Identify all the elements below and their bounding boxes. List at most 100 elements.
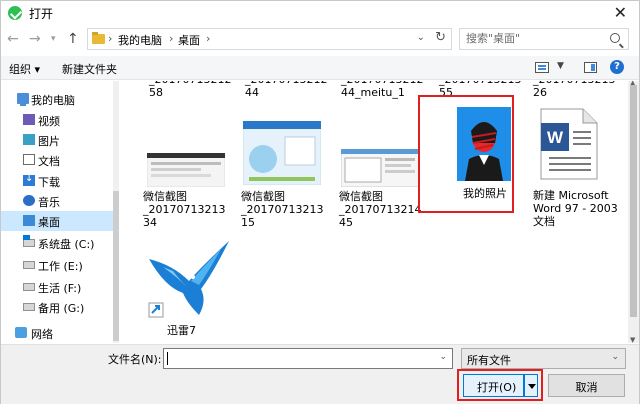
sidebar-scrollbar[interactable] (113, 81, 119, 343)
preview-pane-icon[interactable] (584, 62, 597, 73)
sidebar-item-drive-e[interactable]: 工作 (E:) (1, 255, 113, 275)
drive-icon (23, 261, 35, 269)
sidebar-item-label: 生活 (F:) (38, 282, 82, 295)
file-name: _20170713212 58 (149, 81, 231, 99)
sidebar-item-label: 工作 (E:) (38, 260, 83, 273)
search-box[interactable] (459, 28, 629, 50)
chevron-down-icon[interactable]: ⌄ (439, 352, 447, 362)
sidebar-item-label: 音乐 (38, 196, 60, 209)
chevron-right-icon[interactable]: › (206, 32, 210, 45)
search-input[interactable] (466, 32, 606, 45)
screenshot-thumbnail (147, 153, 225, 187)
filename-label: 文件名(N): (108, 353, 162, 366)
scroll-down-icon[interactable]: ▼ (630, 336, 635, 344)
address-bar[interactable]: › 我的电脑 › 桌面 › ⌄ ↻ (87, 28, 452, 50)
sidebar-item-label: 图片 (38, 135, 60, 148)
close-icon[interactable]: ✕ (614, 3, 627, 22)
desktop-folder-icon (23, 215, 35, 226)
sidebar-item-videos[interactable]: 视频 (1, 110, 113, 130)
breadcrumb-my-computer[interactable]: 我的电脑 (118, 32, 162, 48)
sidebar-item-label: 文档 (38, 155, 60, 168)
sidebar-item-label: 我的电脑 (31, 94, 75, 107)
sidebar-item-my-computer[interactable]: 我的电脑 (1, 89, 113, 109)
app-icon (8, 6, 22, 20)
sidebar-item-label: 备用 (G:) (38, 302, 85, 315)
network-icon (15, 327, 27, 338)
sidebar-item-downloads[interactable]: 下载 (1, 171, 113, 191)
title-bar: 打开 ✕ (1, 1, 639, 25)
filetype-select[interactable]: 所有文件 ⌄ (461, 348, 626, 369)
sidebar-item-label: 桌面 (38, 216, 60, 229)
sidebar-item-drive-c[interactable]: 系统盘 (C:) (1, 233, 113, 253)
video-folder-icon (23, 114, 35, 125)
file-name: _20170713213 26 (533, 81, 615, 99)
recent-locations-dropdown-icon[interactable]: ▾ (51, 34, 56, 44)
file-name: _20170713212 44 (245, 81, 327, 99)
file-item[interactable]: 迅雷7 (143, 237, 239, 337)
file-name: 迅雷7 (167, 324, 196, 337)
window-title: 打开 (29, 7, 54, 21)
back-arrow-icon[interactable]: ← (7, 31, 19, 47)
computer-icon (17, 93, 29, 106)
sidebar-item-label: 视频 (38, 115, 60, 128)
help-icon[interactable]: ? (610, 60, 624, 74)
organize-menu[interactable]: 组织 ▾ (9, 61, 40, 77)
drive-icon (23, 283, 35, 291)
documents-folder-icon (23, 154, 35, 165)
navigation-pane: 我的电脑 视频 图片 文档 下载 音乐 桌面 系统盘 (C:) (1, 81, 119, 343)
chevron-down-icon: ⌄ (611, 352, 619, 362)
chevron-right-icon[interactable]: › (108, 32, 112, 45)
open-button-highlight-box (457, 369, 543, 401)
sidebar-item-drive-f[interactable]: 生活 (F:) (1, 277, 113, 297)
system-drive-icon (23, 235, 35, 247)
scrollbar-thumb[interactable] (113, 191, 119, 341)
pictures-folder-icon (23, 134, 35, 145)
sidebar-item-drive-g[interactable]: 备用 (G:) (1, 297, 113, 317)
cancel-button-label: 取消 (575, 381, 598, 394)
file-name: 微信截图 _20170713213 15 (241, 190, 324, 229)
filetype-value: 所有文件 (467, 354, 511, 367)
sidebar-item-label: 系统盘 (C:) (38, 238, 95, 251)
sidebar-item-documents[interactable]: 文档 (1, 150, 113, 170)
file-item[interactable]: _20170713212 58 (149, 81, 245, 103)
sidebar-item-label: 下载 (38, 176, 60, 189)
word-document-icon: W (540, 108, 598, 180)
photo-highlight-box (418, 95, 514, 213)
open-file-dialog: 打开 ✕ ← → ▾ ↑ › 我的电脑 › 桌面 › ⌄ ↻ 组织 ▾ 新建文件… (0, 0, 640, 404)
cancel-button[interactable]: 取消 (548, 374, 625, 397)
xunlei-shortcut-icon (148, 241, 229, 318)
file-name: 微信截图 _20170713213 34 (143, 190, 226, 229)
sidebar-item-music[interactable]: 音乐 (1, 191, 113, 211)
file-list-scrollbar[interactable]: ▲ ▼ (628, 79, 639, 344)
screenshot-thumbnail (243, 121, 321, 185)
file-item[interactable]: _20170713212 44 (245, 81, 341, 103)
text-caret (167, 352, 168, 365)
breadcrumb-desktop[interactable]: 桌面 (178, 32, 200, 48)
forward-arrow-icon[interactable]: → (29, 31, 41, 47)
search-icon (610, 33, 620, 43)
up-arrow-icon[interactable]: ↑ (67, 31, 79, 47)
file-list: _20170713212 58 _20170713212 44 _2017071… (121, 81, 627, 343)
file-item[interactable]: 微信截图 _20170713213 15 (241, 121, 337, 233)
refresh-icon[interactable]: ↻ (435, 30, 446, 45)
filename-field[interactable]: ⌄ (163, 348, 453, 369)
sidebar-item-network[interactable]: 网络 (1, 323, 113, 343)
chevron-down-icon[interactable]: ▼ (557, 61, 564, 71)
file-item[interactable]: _20170713213 26 (533, 81, 627, 103)
scrollbar-thumb[interactable] (630, 85, 637, 317)
drive-icon (23, 303, 35, 311)
file-item[interactable]: 微信截图 _20170713213 34 (143, 153, 239, 233)
sidebar-item-label: 网络 (31, 328, 53, 341)
svg-text:W: W (547, 128, 564, 147)
bottom-panel: 文件名(N): ⌄ 所有文件 ⌄ 打开(O) 取消 (1, 344, 639, 404)
chevron-right-icon[interactable]: › (169, 32, 173, 45)
chevron-down-icon[interactable]: ⌄ (417, 32, 425, 43)
sidebar-item-desktop[interactable]: 桌面 (1, 211, 113, 231)
sidebar-item-pictures[interactable]: 图片 (1, 130, 113, 150)
new-folder-button[interactable]: 新建文件夹 (62, 61, 117, 77)
file-name: 新建 Microsoft Word 97 - 2003 文档 (533, 189, 618, 228)
view-options-icon[interactable] (535, 62, 549, 73)
file-item[interactable]: W 新建 Microsoft Word 97 - 2003 文档 (533, 107, 627, 233)
screenshot-thumbnail (341, 149, 419, 187)
command-bar: 组织 ▾ 新建文件夹 ▼ ? (1, 56, 639, 80)
